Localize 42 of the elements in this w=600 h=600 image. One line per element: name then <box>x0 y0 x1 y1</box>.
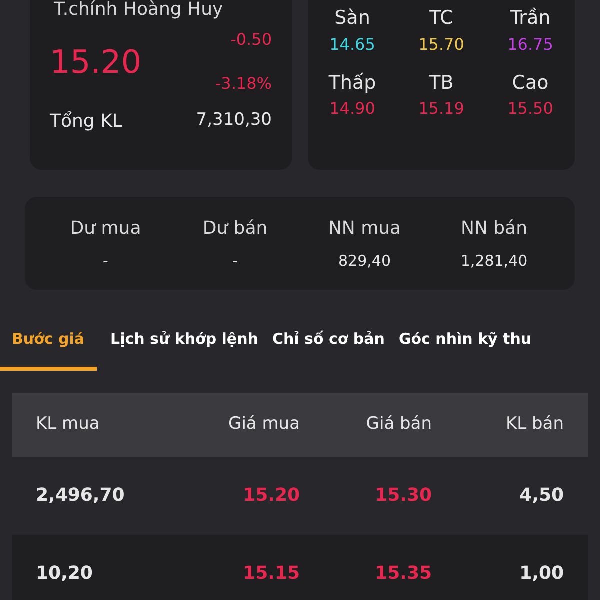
table-cell-text: 15.20 <box>242 484 300 508</box>
stat-value: 15.50 <box>508 98 554 120</box>
stat-value: - <box>103 250 108 272</box>
stat-value: 16.75 <box>508 34 554 56</box>
stat-value: 15.19 <box>418 98 464 120</box>
stat-value: - <box>232 250 238 272</box>
stat-label: Thấp <box>328 70 376 96</box>
stat-value: 829,40 <box>338 250 391 272</box>
percent-change: -3.18% <box>215 73 272 95</box>
company-name: T.chính Hoàng Huy <box>54 0 224 20</box>
column-header: KL mua <box>36 412 101 436</box>
stat-label: Cao <box>512 70 549 96</box>
tab[interactable]: Chỉ số cơ bản <box>272 328 385 370</box>
stat-value: 15.70 <box>418 34 464 56</box>
table-cell-text: 15.35 <box>374 562 432 586</box>
column-header: KL bán <box>504 412 564 436</box>
stat-label: Trần <box>510 6 551 31</box>
volume-label: Tổng KL <box>50 110 122 134</box>
stat-value: 14.90 <box>330 98 376 120</box>
table-cell-text: 2,496,70 <box>36 484 126 508</box>
stat-value: 1,281,40 <box>460 250 528 272</box>
stat-label: Sàn <box>334 6 370 31</box>
stat-label: Dư mua <box>70 216 142 241</box>
stat-label: Dư bán <box>202 216 268 241</box>
table-cell-text: 1,00 <box>518 562 564 586</box>
column-header: Giá mua <box>228 412 300 436</box>
table-cell-text: 4,50 <box>518 484 564 508</box>
tab[interactable]: Góc nhìn kỹ thu <box>398 328 532 370</box>
volume-value: 7,310,30 <box>196 109 272 132</box>
column-header: Giá bán <box>365 412 432 436</box>
table-cell-text: 15.15 <box>242 562 300 586</box>
price-change: -0.50 <box>230 29 272 51</box>
tab[interactable]: Bước giá <box>0 328 97 370</box>
table-cell-text: 15.30 <box>374 484 432 508</box>
table-cell-text: 10,20 <box>36 562 94 586</box>
stat-label: TB <box>429 70 454 96</box>
stat-value: 14.65 <box>330 34 376 56</box>
tab[interactable]: Lịch sử khớp lệnh <box>110 328 258 370</box>
stat-label: NN mua <box>328 216 402 241</box>
stat-label: NN bán <box>460 216 528 241</box>
last-price: 15.20 <box>50 42 142 83</box>
stat-label: TC <box>430 6 454 31</box>
